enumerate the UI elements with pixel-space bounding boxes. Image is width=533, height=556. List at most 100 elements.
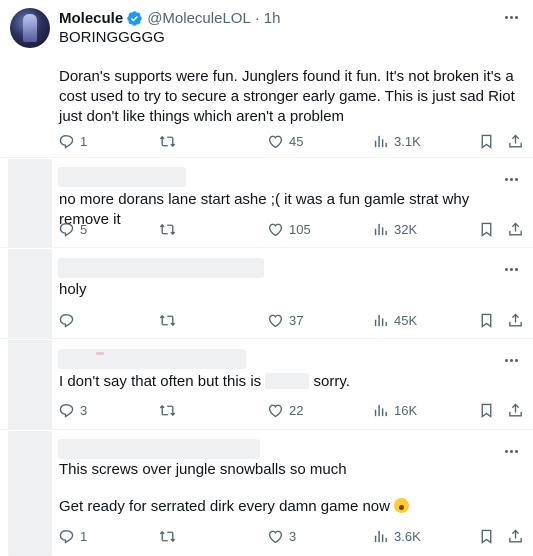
views-chart-icon xyxy=(374,530,387,542)
bookmark-button[interactable] xyxy=(478,219,495,239)
action-bar: 1 3 3.6K xyxy=(58,526,524,546)
reply-text-end: sorry. xyxy=(309,373,350,390)
reply-count: 1 xyxy=(80,133,88,149)
post-time[interactable]: 1h xyxy=(264,10,281,27)
action-bar: 37 45K xyxy=(58,310,524,330)
redacted-author xyxy=(58,349,246,369)
author-handle[interactable]: @MoleculeLOL xyxy=(147,10,251,27)
views-chart-icon xyxy=(374,135,387,147)
redacted-author xyxy=(58,439,260,459)
views-count: 32K xyxy=(394,221,418,237)
redacted-word xyxy=(265,373,310,389)
views-chart-icon xyxy=(374,404,387,416)
author-name[interactable]: Molecule xyxy=(59,10,123,27)
share-button[interactable] xyxy=(507,310,524,330)
like-button[interactable]: 105 xyxy=(267,219,311,239)
more-options-icon[interactable] xyxy=(501,443,521,459)
views-count: 16K xyxy=(394,402,418,418)
action-bar: 3 22 16K xyxy=(58,400,524,420)
views-button[interactable]: 32K xyxy=(372,219,417,239)
retweet-icon xyxy=(159,135,176,147)
retweet-button[interactable] xyxy=(159,400,181,420)
more-options-icon[interactable] xyxy=(501,352,521,368)
reply-button[interactable]: 1 xyxy=(58,131,87,151)
more-options-icon[interactable] xyxy=(501,261,521,277)
heart-icon xyxy=(268,314,283,327)
heart-icon xyxy=(268,404,283,417)
reply-button[interactable]: 3 xyxy=(58,400,87,420)
reply-icon xyxy=(59,529,74,544)
retweet-icon xyxy=(159,223,176,235)
retweet-button[interactable] xyxy=(159,219,181,239)
redacted-avatar xyxy=(8,159,52,248)
separator-dot: · xyxy=(254,9,260,27)
reply-text: holy xyxy=(59,281,87,298)
like-button[interactable]: 22 xyxy=(267,400,303,420)
retweet-button[interactable] xyxy=(159,131,181,151)
reply-icon xyxy=(59,222,74,237)
reply-line-2: Get ready for serrated dirk every damn g… xyxy=(59,497,519,517)
retweet-button[interactable] xyxy=(159,526,181,546)
reply-post: I don't say that often but this is sorry… xyxy=(0,340,533,430)
heart-icon xyxy=(268,135,283,148)
retweet-button[interactable] xyxy=(159,310,181,330)
reply-button[interactable] xyxy=(58,310,80,330)
share-button[interactable] xyxy=(507,219,524,239)
views-button[interactable]: 16K xyxy=(372,400,417,420)
like-count: 3 xyxy=(289,528,297,544)
views-chart-icon xyxy=(374,223,387,235)
reply-post: This screws over jungle snowballs so muc… xyxy=(0,431,533,556)
reply-post: no more dorans lane start ashe ;( it was… xyxy=(0,159,533,248)
bookmark-icon xyxy=(481,529,492,544)
reply-icon xyxy=(59,403,74,418)
redacted-avatar xyxy=(8,249,52,339)
post-line-1: BORINGGGGG xyxy=(59,29,165,46)
share-icon xyxy=(509,403,522,416)
like-count: 45 xyxy=(289,133,304,149)
like-button[interactable]: 37 xyxy=(267,310,303,330)
reply-line-1: This screws over jungle snowballs so muc… xyxy=(59,461,347,478)
share-icon xyxy=(509,222,522,235)
action-bar: 5 105 32K xyxy=(58,219,524,239)
reply-count: 5 xyxy=(80,221,88,237)
author-avatar[interactable] xyxy=(10,8,50,48)
views-button[interactable]: 3.1K xyxy=(372,131,421,151)
redacted-author xyxy=(58,167,186,187)
share-button[interactable] xyxy=(507,526,524,546)
redacted-avatar xyxy=(8,340,52,430)
like-count: 22 xyxy=(289,402,304,418)
like-count: 105 xyxy=(289,221,311,237)
reply-text: I don't say that often but this is sorry… xyxy=(59,372,519,392)
bookmark-button[interactable] xyxy=(478,131,495,151)
like-button[interactable]: 45 xyxy=(267,131,303,151)
reply-line-2-text: Get ready for serrated dirk every damn g… xyxy=(59,498,390,515)
bookmark-icon xyxy=(481,134,492,149)
views-count: 3.1K xyxy=(394,133,421,149)
heart-icon xyxy=(268,223,283,236)
verified-badge-icon xyxy=(127,10,142,26)
reply-button[interactable]: 5 xyxy=(58,219,87,239)
more-options-icon[interactable] xyxy=(501,171,521,187)
bookmark-button[interactable] xyxy=(478,400,495,420)
bookmark-button[interactable] xyxy=(478,526,495,546)
bookmark-icon xyxy=(481,313,492,328)
reply-count: 1 xyxy=(80,528,88,544)
redacted-avatar xyxy=(8,431,52,556)
retweet-icon xyxy=(159,404,176,416)
yawning-face-emoji xyxy=(393,498,409,513)
share-button[interactable] xyxy=(507,131,524,151)
retweet-icon xyxy=(159,314,176,326)
post-header: Molecule @MoleculeLOL · 1h xyxy=(59,8,280,28)
more-options-icon[interactable] xyxy=(501,9,521,25)
bookmark-button[interactable] xyxy=(478,310,495,330)
reply-button[interactable]: 1 xyxy=(58,526,87,546)
like-button[interactable]: 3 xyxy=(267,526,296,546)
reply-post: holy 37 45K xyxy=(0,249,533,339)
reply-count: 3 xyxy=(80,402,88,418)
views-button[interactable]: 45K xyxy=(372,310,417,330)
share-button[interactable] xyxy=(507,400,524,420)
views-button[interactable]: 3.6K xyxy=(372,526,421,546)
action-bar: 1 45 3.1K xyxy=(58,131,524,151)
share-icon xyxy=(509,313,522,326)
share-icon xyxy=(509,529,522,542)
